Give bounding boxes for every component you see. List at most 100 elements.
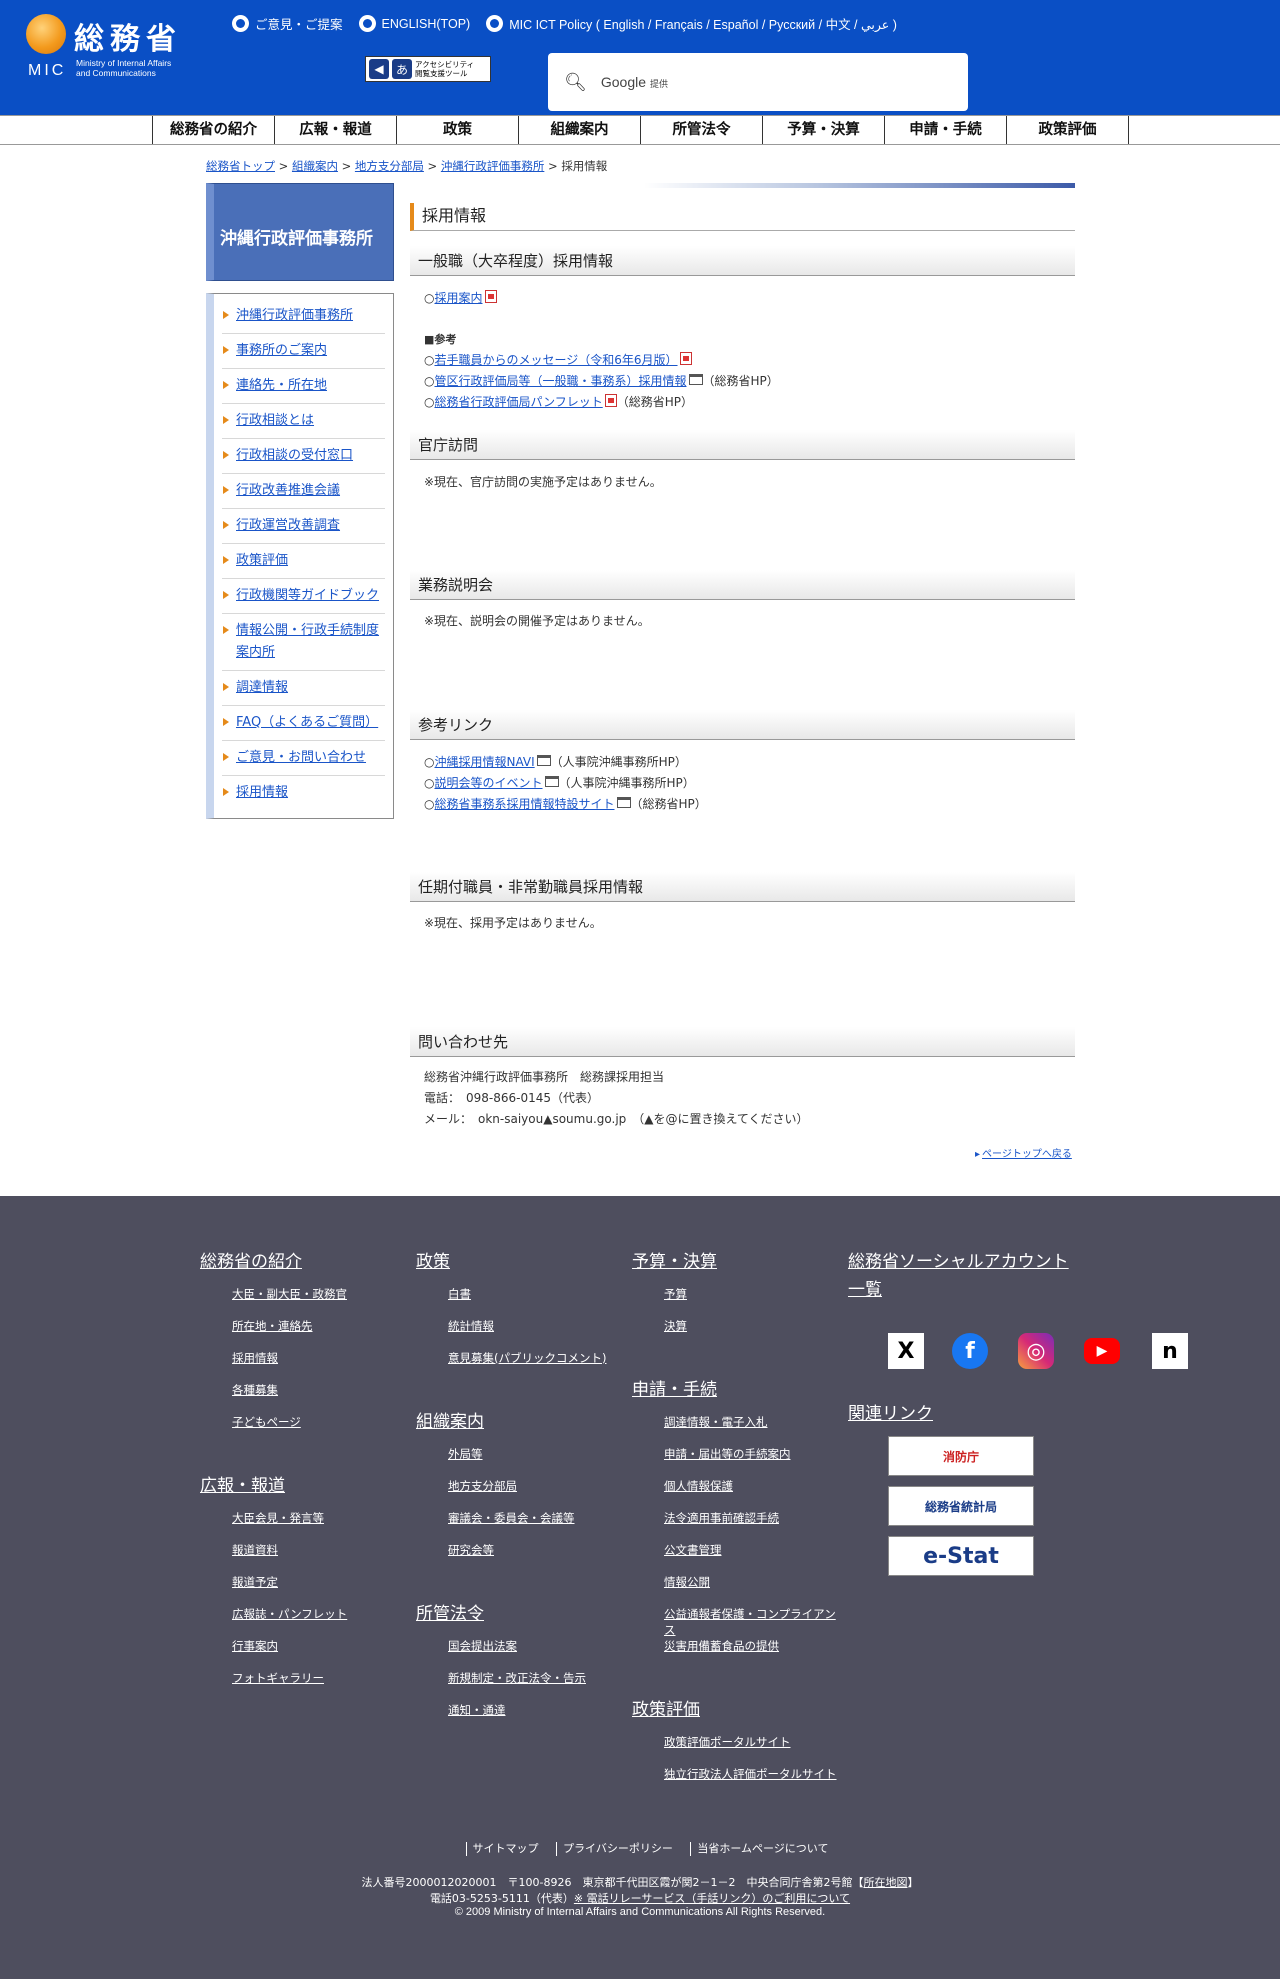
- about-site-link[interactable]: 当省ホームページについて: [697, 1842, 828, 1855]
- pdf-icon: [484, 290, 497, 303]
- young-staff-message-link[interactable]: 若手職員からのメッセージ（令和6年6月版）: [434, 353, 677, 367]
- footer-heading[interactable]: 組織案内: [416, 1408, 484, 1436]
- footer-link[interactable]: 子どもページ: [232, 1414, 301, 1430]
- search-box[interactable]: 🔍︎ Google 提供: [548, 53, 968, 111]
- footer-link[interactable]: 調達情報・電子入札: [664, 1414, 768, 1430]
- youtube-icon[interactable]: ▶: [1084, 1338, 1120, 1364]
- fdma-banner[interactable]: 消防庁: [888, 1436, 1034, 1476]
- sidebar-item: 行政改善推進会議: [222, 474, 385, 509]
- footer-heading[interactable]: 所管法令: [416, 1600, 484, 1628]
- footer-link[interactable]: 地方支分部局: [448, 1478, 517, 1494]
- sitemap-link[interactable]: サイトマップ: [473, 1842, 539, 1855]
- footer-link[interactable]: 大臣会見・発言等: [232, 1510, 324, 1526]
- footer-link[interactable]: 通知・通達: [448, 1702, 506, 1718]
- note-icon[interactable]: n: [1152, 1333, 1188, 1369]
- breadcrumb-link[interactable]: 地方支分部局: [355, 159, 424, 173]
- pdf-icon: [604, 394, 617, 407]
- footer-link[interactable]: 報道予定: [232, 1574, 278, 1590]
- accessibility-tool-button[interactable]: ◀ あ アクセシビリティ 閲覧支援ツール: [365, 56, 491, 82]
- map-link[interactable]: 所在地図: [863, 1876, 907, 1889]
- radio-bullet-icon: [486, 15, 504, 32]
- relay-service-link[interactable]: ※ 電話リレーサービス（手話リンク）のご利用について: [574, 1892, 850, 1905]
- footer-link[interactable]: 国会提出法案: [448, 1638, 517, 1654]
- footer-heading[interactable]: 政策評価: [632, 1696, 700, 1724]
- pamphlet-link[interactable]: 総務省行政評価局パンフレット: [434, 395, 602, 409]
- logo-kanji: 総務省: [74, 22, 182, 57]
- footer-link[interactable]: 採用情報: [232, 1350, 278, 1366]
- sidebar-item: FAQ（よくあるご質問）: [222, 706, 385, 741]
- footer-link[interactable]: 申請・届出等の手続案内: [664, 1446, 791, 1462]
- top-link-ict-policy[interactable]: MIC ICT Policy ( English / Français / Es…: [486, 14, 897, 33]
- sidebar-title: 沖縄行政評価事務所: [206, 183, 394, 281]
- footer-link[interactable]: フォトギャラリー: [232, 1670, 324, 1686]
- recruit-guide-link[interactable]: 採用案内: [434, 291, 482, 305]
- nav-application[interactable]: 申請・手続: [885, 116, 1007, 144]
- footer-link[interactable]: 個人情報保護: [664, 1478, 733, 1494]
- breadcrumb-link[interactable]: 組織案内: [292, 159, 338, 173]
- footer-link[interactable]: 法令適用事前確認手続: [664, 1510, 779, 1526]
- footer-link[interactable]: 公益通報者保護・コンプライアンス: [664, 1606, 844, 1638]
- footer-heading[interactable]: 関連リンク: [848, 1400, 933, 1428]
- instagram-icon[interactable]: ◎: [1018, 1333, 1054, 1369]
- estat-banner[interactable]: e-Stat: [888, 1536, 1034, 1576]
- footer-link[interactable]: 報道資料: [232, 1542, 278, 1558]
- top-link-english[interactable]: ENGLISH(TOP): [358, 15, 470, 32]
- special-site-link[interactable]: 総務省事務系採用情報特設サイト: [434, 797, 614, 811]
- footer-link[interactable]: 公文書管理: [664, 1542, 722, 1558]
- section-title: 参考リンク: [410, 710, 1075, 740]
- reference-links: ○沖縄採用情報NAVI （人事院沖縄事務所HP） ○説明会等のイベント （人事院沖縄…: [424, 755, 707, 811]
- section-title: 一般職（大卒程度）採用情報: [410, 246, 1075, 276]
- footer-heading[interactable]: 政策: [416, 1248, 450, 1276]
- sidebar-item: 行政運営改善調査: [222, 509, 385, 544]
- x-icon[interactable]: X: [888, 1333, 924, 1369]
- nav-policy[interactable]: 政策: [397, 116, 519, 144]
- footer-link[interactable]: 情報公開: [664, 1574, 710, 1590]
- footer-link[interactable]: 行事案内: [232, 1638, 278, 1654]
- footer-link[interactable]: 意見募集(パブリックコメント): [448, 1350, 606, 1366]
- footer-link[interactable]: 研究会等: [448, 1542, 494, 1558]
- footer-link[interactable]: 政策評価ポータルサイト: [664, 1734, 791, 1750]
- footer-link[interactable]: 所在地・連絡先: [232, 1318, 313, 1334]
- footer-link[interactable]: 予算: [664, 1286, 687, 1302]
- section-body: ※現在、採用予定はありません。: [424, 916, 602, 930]
- footer-link[interactable]: 決算: [664, 1318, 687, 1334]
- events-link[interactable]: 説明会等のイベント: [434, 776, 542, 790]
- footer-link[interactable]: 外局等: [448, 1446, 483, 1462]
- breadcrumb-link[interactable]: 総務省トップ: [206, 159, 275, 173]
- footer-link[interactable]: 大臣・副大臣・政務官: [232, 1286, 347, 1302]
- footer-heading[interactable]: 予算・決算: [632, 1248, 717, 1276]
- footer-link[interactable]: 新規制定・改正法令・告示: [448, 1670, 586, 1686]
- footer-link[interactable]: 広報誌・パンフレット: [232, 1606, 347, 1622]
- footer-heading[interactable]: 総務省の紹介: [200, 1248, 302, 1276]
- nav-about[interactable]: 総務省の紹介: [153, 116, 275, 144]
- site-header: 総務省 MIC Ministry of Internal Affairs and…: [0, 0, 1280, 115]
- footer-link[interactable]: 独立行政法人評価ポータルサイト: [664, 1766, 837, 1782]
- search-icon[interactable]: 🔍︎: [564, 72, 587, 93]
- search-input[interactable]: Google 提供: [601, 74, 668, 90]
- footer-link[interactable]: 白書: [448, 1286, 471, 1302]
- nav-evaluation[interactable]: 政策評価: [1007, 116, 1129, 144]
- section-title: 官庁訪問: [410, 430, 1075, 460]
- top-link-opinion[interactable]: ご意見・ご提案: [232, 14, 343, 33]
- section-title: 業務説明会: [410, 570, 1075, 600]
- mic-logo[interactable]: 総務省 MIC Ministry of Internal Affairs and…: [26, 12, 216, 82]
- sidebar-item: 行政相談とは: [222, 404, 385, 439]
- facebook-icon[interactable]: f: [952, 1333, 988, 1369]
- breadcrumb-link[interactable]: 沖縄行政評価事務所: [441, 159, 545, 173]
- footer-heading[interactable]: 広報・報道: [200, 1472, 285, 1500]
- nav-pr[interactable]: 広報・報道: [275, 116, 397, 144]
- footer-link[interactable]: 各種募集: [232, 1382, 278, 1398]
- nav-budget[interactable]: 予算・決算: [763, 116, 885, 144]
- footer-heading[interactable]: 申請・手続: [632, 1376, 717, 1404]
- okinawa-navi-link[interactable]: 沖縄採用情報NAVI: [434, 755, 534, 769]
- footer-heading[interactable]: 総務省ソーシャルアカウント一覧: [848, 1248, 1078, 1304]
- footer-link[interactable]: 災害用備蓄食品の提供: [664, 1638, 779, 1654]
- stat-bureau-banner[interactable]: 総務省統計局: [888, 1486, 1034, 1526]
- logo-orb-icon: [26, 14, 66, 54]
- footer-link[interactable]: 審議会・委員会・会議等: [448, 1510, 575, 1526]
- privacy-policy-link[interactable]: プライバシーポリシー: [563, 1842, 673, 1855]
- nav-laws[interactable]: 所管法令: [641, 116, 763, 144]
- nav-organization[interactable]: 組織案内: [519, 116, 641, 144]
- regional-recruit-link[interactable]: 管区行政評価局等（一般職・事務系）採用情報: [434, 374, 686, 388]
- footer-link[interactable]: 統計情報: [448, 1318, 494, 1334]
